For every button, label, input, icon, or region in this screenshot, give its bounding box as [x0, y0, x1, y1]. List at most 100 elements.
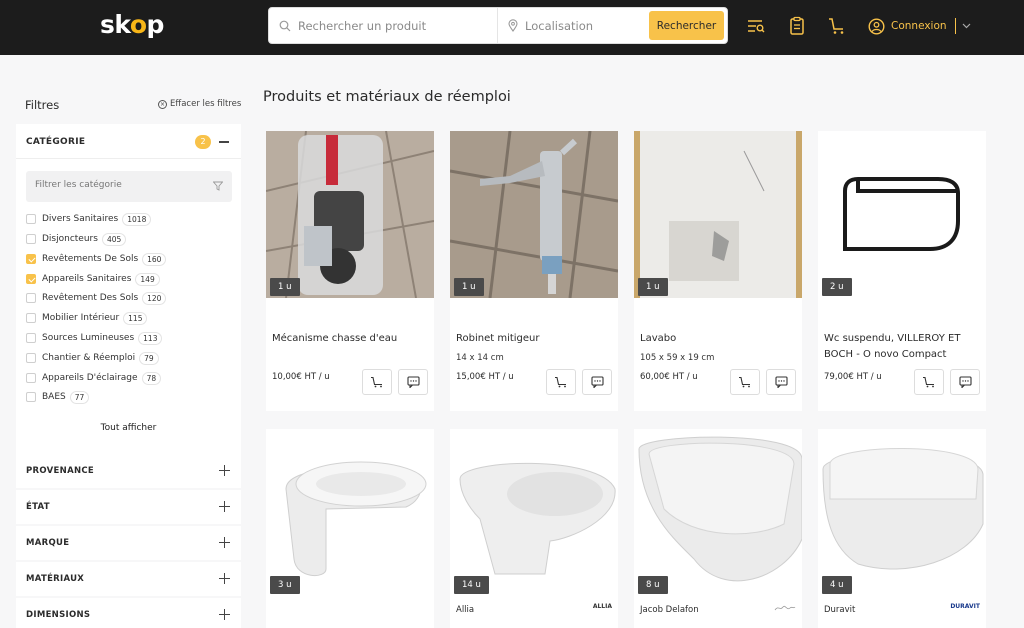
message-button[interactable]	[766, 369, 796, 395]
filter-section-etat[interactable]: ÉTAT	[16, 490, 241, 524]
brand-logo: DURAVIT	[950, 603, 980, 610]
quantity-badge: 1 u	[454, 278, 484, 296]
chat-icon	[774, 376, 788, 388]
count-badge: 77	[69, 390, 90, 404]
checkbox[interactable]	[26, 293, 36, 303]
product-card[interactable]: 8 u Jacob Delafon	[634, 429, 802, 628]
cart-icon	[371, 376, 382, 388]
cart-icon	[555, 376, 566, 388]
filter-section-provenance[interactable]: PROVENANCE	[16, 454, 241, 488]
chat-icon	[958, 376, 972, 388]
category-filter-panel: CATÉGORIE 2 Filtrer les catégorie Divers…	[16, 124, 241, 454]
add-to-cart-button[interactable]	[546, 369, 576, 395]
category-item[interactable]: Appareils D'éclairage 78	[26, 371, 162, 385]
category-item[interactable]: Sources Lumineuses 113	[26, 331, 163, 345]
product-dimensions: 105 x 59 x 19 cm	[640, 353, 715, 363]
cart-icon[interactable]	[827, 16, 847, 36]
checkbox[interactable]	[26, 392, 36, 402]
category-item[interactable]: Chantier & Réemploi 79	[26, 351, 159, 365]
product-card[interactable]: 2 u Wc suspendu, VILLEROY ET BOCH - O no…	[818, 131, 986, 411]
search-button[interactable]: Rechercher	[649, 11, 724, 40]
product-price: 79,00€ HT / u	[824, 372, 882, 382]
category-filter-input[interactable]: Filtrer les catégorie	[26, 171, 232, 202]
brand-name: Jacob Delafon	[640, 605, 699, 615]
product-name[interactable]: Robinet mitigeur	[456, 331, 616, 347]
count-badge: 79	[139, 351, 159, 365]
chat-icon	[406, 376, 420, 388]
funnel-icon	[213, 181, 223, 191]
selected-count-badge: 2	[195, 135, 211, 149]
clear-filters-button[interactable]: × Effacer les filtres	[158, 99, 241, 109]
count-badge: 149	[135, 272, 160, 286]
chevron-down-icon[interactable]	[962, 23, 971, 29]
product-name[interactable]: Wc suspendu, VILLEROY ET BOCH - O novo C…	[824, 331, 984, 363]
category-item[interactable]: Revêtements De Sols 160	[26, 252, 167, 266]
login-button[interactable]: Connexion	[868, 15, 971, 37]
product-name[interactable]: Mécanisme chasse d'eau	[272, 331, 432, 347]
category-item[interactable]: Mobilier Intérieur 115	[26, 311, 148, 325]
filter-list-icon[interactable]	[746, 16, 766, 36]
message-button[interactable]	[398, 369, 428, 395]
product-name[interactable]: Lavabo	[640, 331, 800, 347]
checkbox[interactable]	[26, 333, 36, 343]
plus-icon	[219, 609, 230, 620]
close-circle-icon: ×	[158, 99, 167, 109]
product-price: 60,00€ HT / u	[640, 372, 698, 382]
product-dimensions: 14 x 14 cm	[456, 353, 504, 363]
product-image[interactable]	[818, 131, 986, 298]
cart-icon	[923, 376, 934, 388]
brand-logo	[774, 603, 796, 615]
filter-section-materiaux[interactable]: MATÉRIAUX	[16, 562, 241, 596]
location-input[interactable]: Localisation	[497, 8, 647, 43]
category-item[interactable]: Divers Sanitaires 1018	[26, 212, 152, 226]
product-image[interactable]	[266, 131, 434, 298]
checkbox[interactable]	[26, 214, 36, 224]
plus-icon	[219, 573, 230, 584]
product-card[interactable]: 1 u Mécanisme chasse d'eau 10,00€ HT / u	[266, 131, 434, 411]
product-price: 10,00€ HT / u	[272, 372, 330, 382]
filter-section-dimensions[interactable]: DIMENSIONS	[16, 598, 241, 628]
plus-icon	[219, 465, 230, 476]
count-badge: 78	[141, 371, 162, 385]
checkbox[interactable]	[26, 373, 36, 383]
product-card[interactable]: 1 u Robinet mitigeur 14 x 14 cm 15,00€ H…	[450, 131, 618, 411]
add-to-cart-button[interactable]	[730, 369, 760, 395]
category-title: CATÉGORIE	[26, 137, 86, 147]
product-image[interactable]	[818, 429, 986, 596]
page-title: Produits et matériaux de réemploi	[263, 89, 511, 105]
checkbox[interactable]	[26, 313, 36, 323]
product-card[interactable]: 3 u	[266, 429, 434, 628]
product-image[interactable]	[634, 131, 802, 298]
count-badge: 113	[138, 331, 163, 345]
category-item[interactable]: Revêtement Des Sols 120	[26, 291, 167, 305]
collapse-icon[interactable]	[219, 141, 229, 143]
filter-section-marque[interactable]: MARQUE	[16, 526, 241, 560]
category-item[interactable]: BAES 77	[26, 390, 90, 404]
product-image[interactable]	[450, 429, 618, 596]
product-image[interactable]	[266, 429, 434, 596]
count-badge: 405	[101, 232, 127, 246]
add-to-cart-button[interactable]	[914, 369, 944, 395]
product-image[interactable]	[450, 131, 618, 298]
product-image[interactable]	[634, 429, 802, 596]
quantity-badge: 1 u	[638, 278, 668, 296]
message-button[interactable]	[582, 369, 612, 395]
brand-name: Allia	[456, 605, 475, 615]
checkbox-checked[interactable]	[26, 254, 36, 264]
message-button[interactable]	[950, 369, 980, 395]
add-to-cart-button[interactable]	[362, 369, 392, 395]
clipboard-icon[interactable]	[787, 16, 807, 36]
product-card[interactable]: 14 u Allia ALLIA	[450, 429, 618, 628]
checkbox-checked[interactable]	[26, 274, 36, 284]
product-search-input[interactable]: Rechercher un produit	[279, 8, 495, 43]
checkbox[interactable]	[26, 353, 36, 363]
category-item[interactable]: Appareils Sanitaires 149	[26, 272, 160, 286]
skop-logo[interactable]: skop	[100, 10, 164, 39]
show-all-link[interactable]: Tout afficher	[16, 423, 241, 433]
checkbox[interactable]	[26, 234, 36, 244]
count-badge: 120	[142, 291, 167, 305]
product-card[interactable]: 4 u Duravit DURAVIT	[818, 429, 986, 628]
product-card[interactable]: 1 u Lavabo 105 x 59 x 19 cm 60,00€ HT / …	[634, 131, 802, 411]
category-item[interactable]: Disjoncteurs 405	[26, 232, 127, 246]
quantity-badge: 14 u	[454, 576, 489, 594]
